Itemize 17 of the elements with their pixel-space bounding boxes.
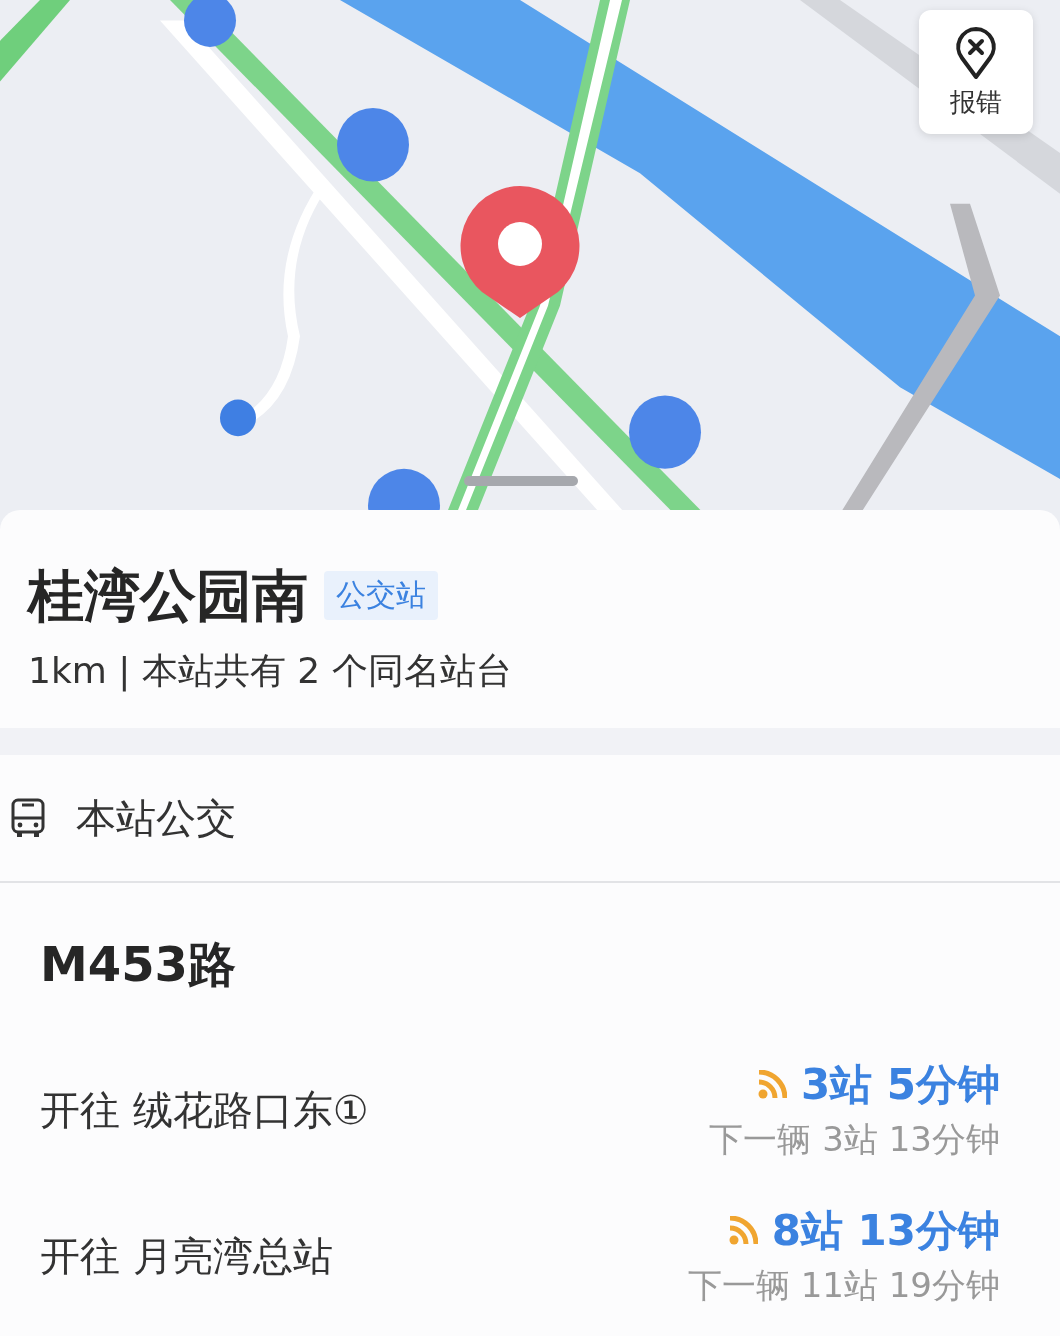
- section-title: 本站公交: [76, 793, 236, 843]
- stop-name: 桂湾公园南: [28, 562, 308, 630]
- direction-label: 开往 绒花路口东①: [40, 1085, 369, 1135]
- stop-type-tag: 公交站: [324, 571, 438, 621]
- location-pin-icon: [458, 184, 582, 318]
- route-name: M453路: [40, 935, 237, 994]
- direction-label: 开往 月亮湾总站: [40, 1231, 333, 1281]
- arrival-time: 8站 13分钟: [771, 1205, 1000, 1257]
- next-bus-time: 下一辆 11站 19分钟: [687, 1264, 1000, 1307]
- direction-row[interactable]: 开往 月亮湾总站 8站 13分钟 下一辆 11站 19分钟: [40, 1183, 1000, 1329]
- report-error-button[interactable]: 报错: [919, 10, 1033, 134]
- direction-row[interactable]: 开往 绒花路口东① 3站 5分钟 下一辆 3站 13分钟: [40, 1037, 1000, 1183]
- arrival-time: 3站 5分钟: [800, 1059, 1000, 1111]
- bus-icon: [10, 798, 46, 838]
- stop-info: 1km | 本站共有 2 个同名站台: [28, 649, 513, 694]
- next-bus-time: 下一辆 3站 13分钟: [709, 1118, 1000, 1161]
- drag-handle[interactable]: [464, 476, 578, 486]
